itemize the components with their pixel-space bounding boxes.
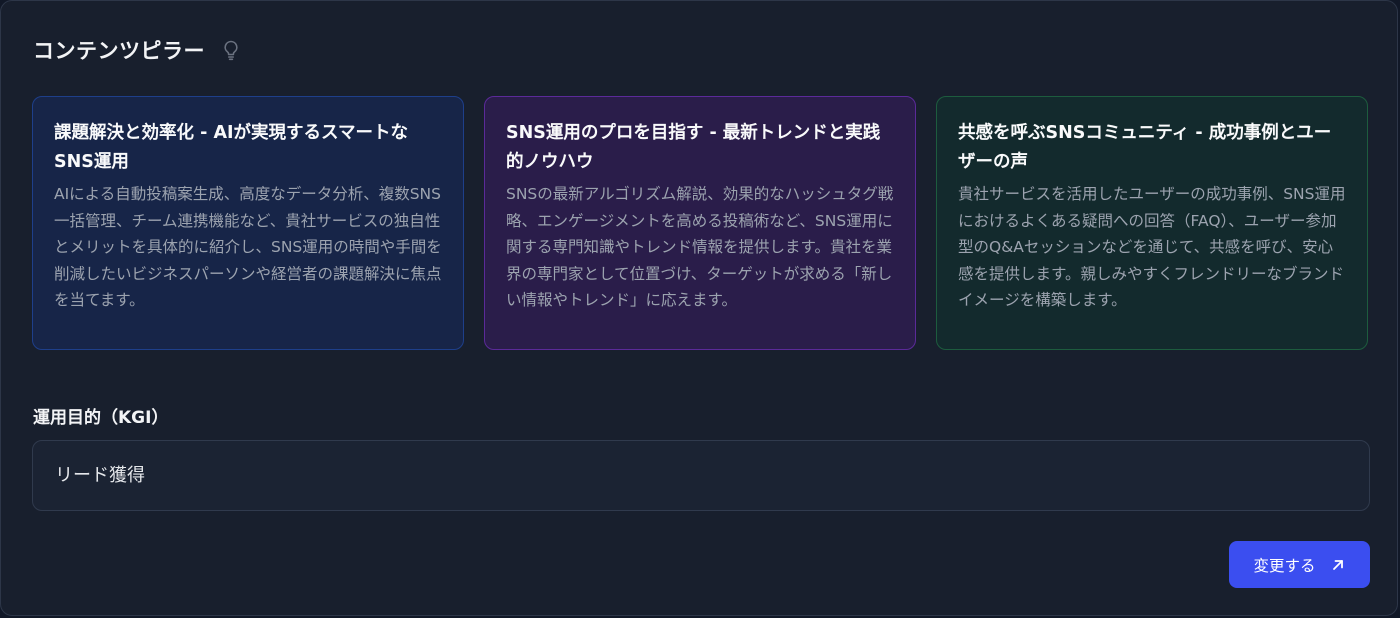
kgi-field[interactable]: リード獲得 xyxy=(32,440,1370,511)
pillar-card-description: 貴社サービスを活用したユーザーの成功事例、SNS運用におけるよくある疑問への回答… xyxy=(958,185,1346,309)
pillar-card-title: 課題解決と効率化 - AIが実現するスマートなSNS運用 xyxy=(54,123,408,172)
pillar-card[interactable]: 共感を呼ぶSNSコミュニティ - 成功事例とユーザーの声 貴社サービスを活用した… xyxy=(936,96,1368,350)
panel-header: コンテンツピラー xyxy=(33,33,241,67)
lightbulb-icon xyxy=(221,39,241,61)
pillar-card-title: SNS運用のプロを目指す - 最新トレンドと実践的ノウハウ xyxy=(506,123,881,172)
pillar-card[interactable]: SNS運用のプロを目指す - 最新トレンドと実践的ノウハウ SNSの最新アルゴリ… xyxy=(484,96,916,350)
pillar-cards: 課題解決と効率化 - AIが実現するスマートなSNS運用 AIによる自動投稿案生… xyxy=(32,96,1370,350)
pillar-card[interactable]: 課題解決と効率化 - AIが実現するスマートなSNS運用 AIによる自動投稿案生… xyxy=(32,96,464,350)
change-button-label: 変更する xyxy=(1253,556,1316,575)
panel-title: コンテンツピラー xyxy=(33,39,205,63)
change-button[interactable]: 変更する xyxy=(1229,541,1370,588)
pillar-card-description: SNSの最新アルゴリズム解説、効果的なハッシュタグ戦略、エンゲージメントを高める… xyxy=(506,185,894,309)
pillar-card-title: 共感を呼ぶSNSコミュニティ - 成功事例とユーザーの声 xyxy=(958,123,1332,172)
arrow-up-right-icon xyxy=(1330,557,1346,573)
kgi-label: 運用目的（KGI） xyxy=(33,408,169,428)
content-pillar-panel: コンテンツピラー 課題解決と効率化 - AIが実現するスマートなSNS運用 AI… xyxy=(0,0,1398,616)
pillar-card-description: AIによる自動投稿案生成、高度なデータ分析、複数SNS一括管理、チーム連携機能な… xyxy=(54,185,442,309)
